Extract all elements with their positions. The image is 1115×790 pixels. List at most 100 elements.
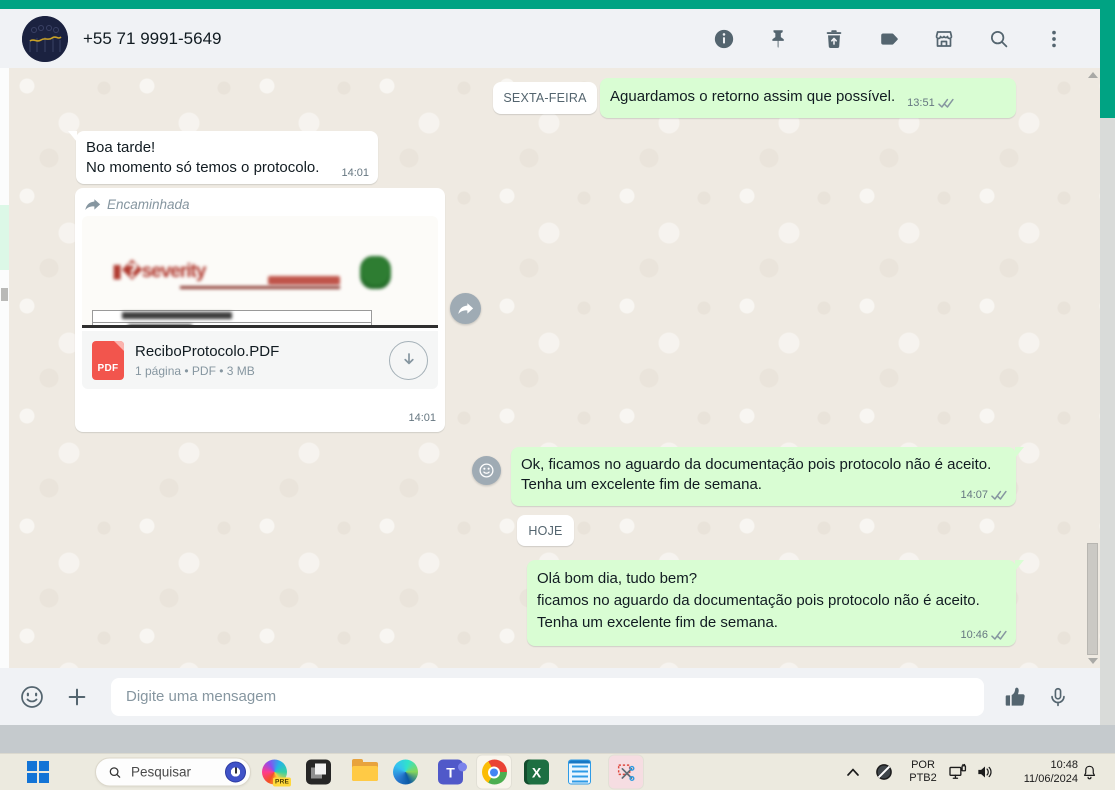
excel-icon: X — [524, 759, 549, 785]
message-text-line2: No momento só temos o protocolo. — [86, 159, 320, 176]
tray-language[interactable]: POR PTB2 — [903, 759, 943, 785]
chat-header: +55 71 9991-5649 — [0, 9, 1100, 68]
taskbar-search[interactable] — [95, 757, 251, 787]
forwarded-row: Encaminhada — [82, 195, 438, 216]
windows-logo-icon — [27, 761, 49, 783]
screen: +55 71 9991-5649 SEXTA-FEIRA Aguardamos … — [0, 0, 1115, 790]
pin-icon[interactable] — [767, 27, 791, 51]
file-name: ReciboProtocolo.PDF — [135, 342, 280, 360]
taskbar-search-input[interactable] — [131, 764, 221, 780]
search-highlight-icon[interactable] — [225, 761, 246, 783]
file-attachment-row[interactable]: PDF ReciboProtocolo.PDF 1 página • PDF •… — [82, 331, 438, 389]
taskbar-app-dark-window[interactable] — [306, 759, 331, 785]
pdf-label: PDF — [97, 362, 119, 374]
snipping-tool-icon — [617, 763, 635, 781]
download-icon — [403, 353, 414, 365]
info-icon[interactable] — [712, 27, 736, 51]
message-meta: 14:01 — [341, 167, 369, 179]
message-text-line2: ficamos no aguardo da documentação pois … — [537, 592, 980, 609]
smiley-icon — [479, 463, 494, 478]
chatlist-selected-edge — [0, 205, 9, 270]
message-text-line1: Boa tarde! — [86, 139, 156, 156]
emoji-picker-icon[interactable] — [18, 683, 46, 711]
message-time: 10:46 — [960, 629, 988, 641]
message-meta: 10:46 — [960, 629, 1007, 641]
message-text-line3: Tenha um excelente fim de semana. — [537, 614, 778, 631]
tray-clock[interactable]: 10:48 11/06/2024 — [998, 758, 1078, 786]
preview-redtext-blur — [268, 276, 340, 285]
double-check-icon — [991, 630, 1007, 640]
double-check-icon — [991, 490, 1007, 500]
message-input[interactable] — [111, 677, 984, 716]
message-out-3[interactable]: Olá bom dia, tudo bem? ficamos no aguard… — [527, 560, 1024, 646]
taskbar-copilot[interactable]: PRE — [262, 759, 291, 787]
forwarded-label: Encaminhada — [107, 197, 190, 212]
taskbar-edge[interactable] — [393, 759, 418, 785]
menu-kebab-icon[interactable] — [1042, 27, 1066, 51]
clock-time: 10:48 — [1050, 759, 1078, 771]
thumbs-up-icon[interactable] — [1001, 682, 1031, 712]
folder-icon — [352, 759, 378, 782]
message-meta: 13:51 — [907, 97, 954, 109]
pdf-file-icon: PDF — [92, 340, 124, 380]
tray-chevron[interactable] — [846, 767, 860, 777]
storefront-icon[interactable] — [932, 27, 956, 51]
taskbar-file-explorer[interactable] — [352, 759, 378, 782]
message-time: 14:01 — [408, 412, 436, 424]
taskbar-excel[interactable]: X — [524, 759, 549, 785]
taskbar-teams[interactable]: T — [438, 759, 467, 785]
contact-avatar[interactable] — [22, 15, 68, 62]
tray-notifications-bell[interactable] — [1081, 763, 1098, 781]
microphone-icon[interactable] — [1045, 684, 1071, 710]
download-button[interactable] — [389, 340, 428, 380]
tray-volume-icon[interactable] — [975, 762, 995, 782]
whatsapp-window: +55 71 9991-5649 SEXTA-FEIRA Aguardamos … — [0, 9, 1100, 725]
chatlist-scroll-thumb[interactable] — [1, 288, 8, 301]
message-in-1[interactable]: Boa tarde! No momento só temos o protoco… — [68, 131, 378, 184]
label-icon[interactable] — [877, 27, 901, 51]
right-edge-accent — [1100, 0, 1115, 118]
language-code: POR — [911, 759, 935, 771]
message-meta: 14:07 — [960, 489, 1007, 501]
message-time: 13:51 — [907, 97, 935, 109]
forward-message-button[interactable] — [450, 293, 481, 324]
trash-archive-icon[interactable] — [822, 27, 846, 51]
preview-emblem-blur — [360, 256, 391, 289]
chat-scrollbar-thumb[interactable] — [1087, 543, 1098, 655]
date-badge-today-label: HOJE — [528, 523, 563, 538]
double-check-icon — [937, 98, 954, 108]
conversation-panel: SEXTA-FEIRA Aguardamos o retorno assim q… — [0, 68, 1100, 668]
teams-icon: T — [438, 759, 467, 785]
file-texts: ReciboProtocolo.PDF 1 página • PDF • 3 M… — [135, 343, 279, 378]
react-emoji-button[interactable] — [472, 456, 501, 485]
scroll-up-arrow[interactable] — [1088, 72, 1098, 78]
taskbar-notepad[interactable] — [568, 759, 591, 785]
message-in-document[interactable]: Encaminhada ▮�severity PDF ReciboProtoco… — [75, 188, 445, 432]
taskbar-snipping-tool[interactable] — [609, 755, 643, 789]
preview-rule-blur — [180, 286, 340, 289]
message-composer — [0, 668, 1100, 725]
window-top-accent — [0, 0, 1115, 9]
message-out-2[interactable]: Ok, ficamos no aguardo da documentação p… — [511, 447, 1024, 506]
message-time: 14:07 — [960, 489, 988, 501]
message-text-line1: Ok, ficamos no aguardo da documentação p… — [521, 456, 992, 473]
start-button[interactable] — [27, 761, 49, 783]
clock-date: 11/06/2024 — [1023, 773, 1078, 785]
contact-phone-title[interactable]: +55 71 9991-5649 — [83, 29, 222, 49]
taskbar-chrome[interactable] — [477, 755, 511, 789]
attach-plus-icon[interactable] — [64, 684, 90, 710]
preview-text-blur — [122, 312, 232, 319]
forwarded-icon — [85, 198, 101, 210]
tray-network-icon[interactable] — [947, 762, 968, 782]
date-badge-today: HOJE — [517, 515, 574, 546]
search-icon — [109, 766, 121, 778]
left-panel-edge — [0, 68, 9, 668]
notepad-icon — [568, 759, 591, 785]
message-meta: 14:01 — [408, 412, 436, 424]
search-icon[interactable] — [987, 27, 1011, 51]
edge-icon — [393, 759, 418, 785]
document-preview[interactable]: ▮�severity — [82, 216, 438, 328]
message-out-1[interactable]: Aguardamos o retorno assim que possível.… — [600, 78, 1016, 118]
scroll-down-arrow[interactable] — [1088, 658, 1098, 664]
tray-muted-icon[interactable] — [874, 762, 894, 782]
